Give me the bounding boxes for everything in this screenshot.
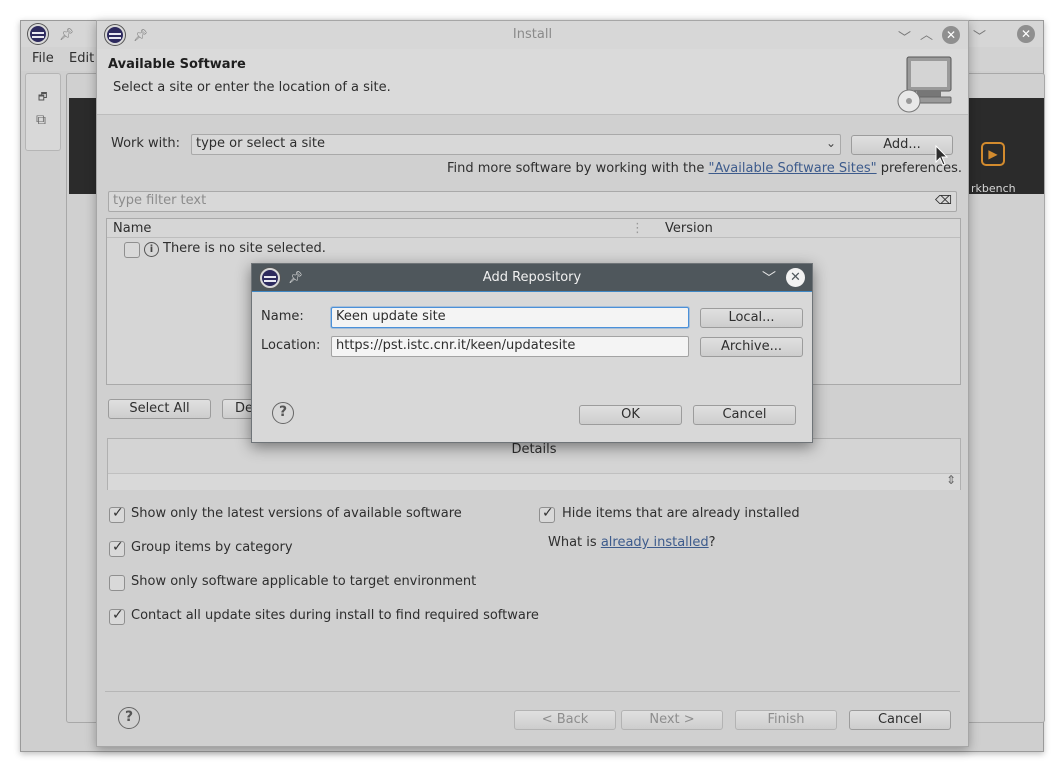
install-wizard-image bbox=[897, 56, 952, 113]
install-header: Available Software Select a site or ente… bbox=[97, 49, 968, 115]
find-more-text: Find more software by working with the "… bbox=[447, 161, 962, 176]
group-by-category-checkbox[interactable] bbox=[109, 539, 125, 557]
eclipse-side-toolbar: 🗗 ⧉ bbox=[25, 73, 61, 151]
page-title: Available Software bbox=[108, 57, 246, 72]
welcome-banner-right: ▶ rkbench bbox=[967, 98, 1044, 195]
hide-installed-label[interactable]: Hide items that are already installed bbox=[562, 506, 800, 521]
column-name[interactable]: Name bbox=[113, 221, 151, 236]
pin-icon[interactable]: 📌︎ bbox=[59, 27, 74, 41]
workbench-label[interactable]: rkbench bbox=[971, 182, 1016, 195]
work-with-value: type or select a site bbox=[196, 136, 325, 151]
help-icon[interactable]: ? bbox=[272, 402, 294, 424]
close-icon[interactable]: ✕ bbox=[786, 268, 805, 287]
filter-input[interactable]: type filter text ⌫ bbox=[108, 191, 957, 212]
repo-dialog-title: Add Repository bbox=[482, 270, 582, 285]
chevron-down-icon[interactable]: ⌄ bbox=[826, 136, 836, 150]
target-env-label[interactable]: Show only software applicable to target … bbox=[131, 574, 476, 589]
contact-sites-label[interactable]: Contact all update sites during install … bbox=[131, 608, 539, 623]
column-divider: ⋮ bbox=[631, 221, 644, 236]
menu-edit[interactable]: Edit bbox=[69, 51, 94, 66]
table-header: Name ⋮ Version bbox=[107, 219, 960, 238]
info-icon: i bbox=[144, 242, 159, 257]
target-env-checkbox[interactable] bbox=[109, 575, 125, 591]
contact-sites-checkbox[interactable] bbox=[109, 607, 125, 625]
footer-separator bbox=[105, 691, 960, 692]
table-empty-row: There is no site selected. bbox=[163, 241, 326, 256]
latest-versions-checkbox[interactable] bbox=[109, 505, 125, 523]
cancel-button[interactable]: Cancel bbox=[693, 405, 796, 425]
install-titlebar: 📌︎ Install ﹀ ︿ ✕ bbox=[97, 21, 968, 49]
cancel-button[interactable]: Cancel bbox=[849, 710, 951, 730]
what-is-installed-text: What is already installed? bbox=[548, 535, 716, 550]
scroll-arrows-icon[interactable]: ⇕ bbox=[946, 473, 956, 487]
close-icon[interactable]: ✕ bbox=[942, 26, 960, 44]
repo-titlebar: 📌︎ Add Repository ﹀ ✕ bbox=[252, 264, 812, 292]
clear-filter-icon[interactable]: ⌫ bbox=[935, 193, 952, 207]
already-installed-link[interactable]: already installed bbox=[601, 535, 709, 550]
maximize-icon[interactable]: ︿ bbox=[920, 24, 933, 43]
restore-icon[interactable]: 🗗 bbox=[38, 90, 47, 107]
row-checkbox[interactable] bbox=[124, 242, 140, 258]
available-software-sites-link[interactable]: "Available Software Sites" bbox=[709, 161, 877, 176]
workbench-icon[interactable]: ▶ bbox=[981, 142, 1005, 166]
location-label: Location: bbox=[261, 338, 321, 353]
name-field[interactable]: Keen update site bbox=[331, 307, 689, 328]
welcome-banner-left bbox=[69, 98, 99, 194]
group-by-category-label[interactable]: Group items by category bbox=[131, 540, 293, 555]
eclipse-logo-icon bbox=[28, 24, 48, 44]
details-area[interactable]: ⇕ bbox=[108, 473, 960, 490]
work-with-label: Work with: bbox=[111, 136, 181, 151]
finish-button[interactable]: Finish bbox=[735, 710, 837, 730]
menu-file[interactable]: File bbox=[32, 51, 54, 66]
chevron-down-icon[interactable]: ﹀ bbox=[762, 268, 776, 288]
back-button[interactable]: < Back bbox=[514, 710, 616, 730]
name-label: Name: bbox=[261, 309, 304, 324]
local-button[interactable]: Local... bbox=[700, 308, 803, 328]
filter-placeholder: type filter text bbox=[113, 193, 207, 208]
minimize-icon[interactable]: ﹀ bbox=[898, 27, 911, 46]
details-label: Details bbox=[511, 442, 557, 457]
ok-button[interactable]: OK bbox=[579, 405, 682, 425]
details-group: Details ⇕ bbox=[107, 438, 961, 490]
page-description: Select a site or enter the location of a… bbox=[113, 80, 391, 95]
add-repository-dialog: 📌︎ Add Repository ﹀ ✕ Name: Keen update … bbox=[251, 263, 813, 443]
work-with-combo[interactable]: type or select a site ⌄ bbox=[191, 134, 841, 155]
install-window-title: Install bbox=[512, 27, 553, 42]
archive-button[interactable]: Archive... bbox=[700, 337, 803, 357]
mouse-cursor-icon bbox=[935, 145, 949, 166]
copy-icon[interactable]: ⧉ bbox=[36, 112, 46, 128]
chevron-down-icon[interactable]: ﹀ bbox=[973, 26, 986, 45]
hide-installed-checkbox[interactable] bbox=[539, 505, 555, 523]
column-version[interactable]: Version bbox=[665, 221, 713, 236]
help-icon[interactable]: ? bbox=[118, 707, 140, 729]
close-icon[interactable]: ✕ bbox=[1017, 25, 1035, 43]
next-button[interactable]: Next > bbox=[621, 710, 723, 730]
select-all-button[interactable]: Select All bbox=[108, 399, 211, 419]
location-field[interactable]: https://pst.istc.cnr.it/keen/updatesite bbox=[331, 336, 689, 357]
latest-versions-label[interactable]: Show only the latest versions of availab… bbox=[131, 506, 462, 521]
